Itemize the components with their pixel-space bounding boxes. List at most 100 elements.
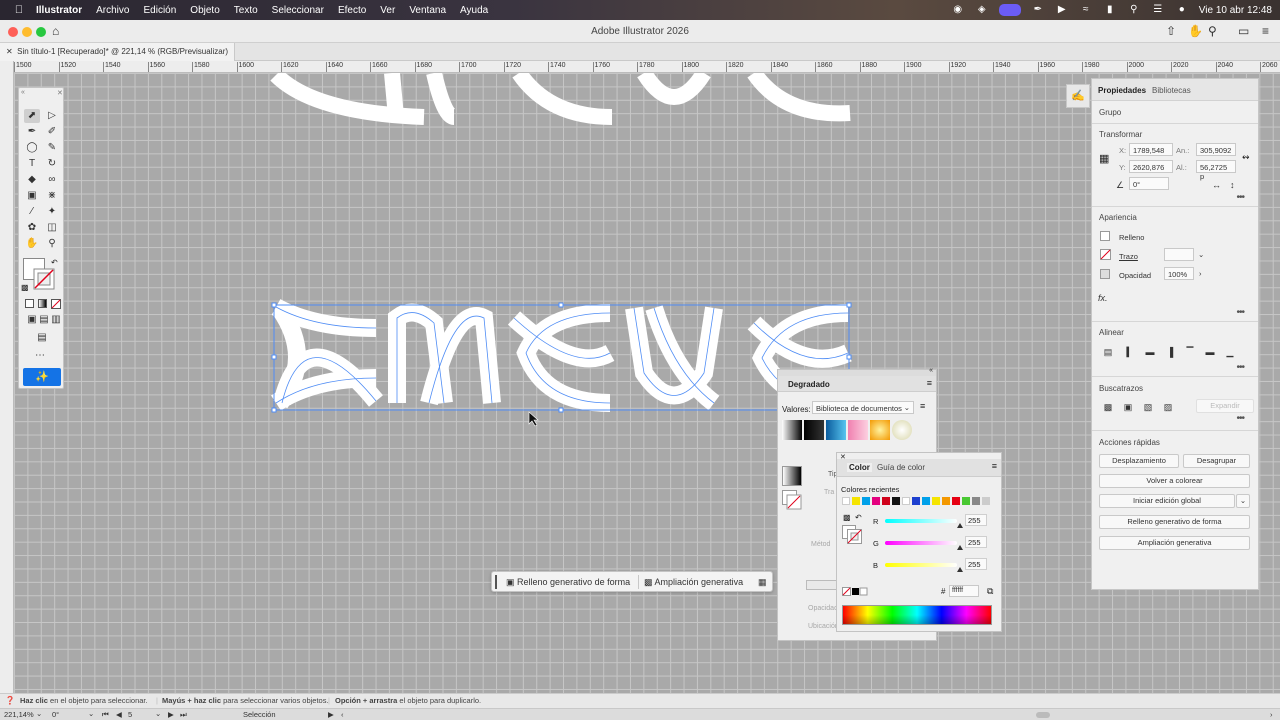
handle-middle-left[interactable]: [271, 354, 277, 360]
red-slider-thumb[interactable]: [957, 523, 963, 528]
close-tab-icon[interactable]: ✕: [6, 47, 13, 56]
symbol-tool-icon[interactable]: ✿: [24, 221, 40, 235]
web-safe-icon[interactable]: ⧉: [987, 586, 993, 597]
hex-field[interactable]: ffffff: [949, 585, 979, 597]
hand-icon[interactable]: ✋: [1188, 24, 1203, 38]
align-left-icon[interactable]: ▍: [1124, 347, 1136, 358]
last-artboard-icon[interactable]: ⏭: [180, 710, 187, 720]
width-field[interactable]: 305,9092: [1196, 143, 1236, 156]
search-help-icon[interactable]: ⚲: [1208, 24, 1217, 38]
fx-button[interactable]: fx.: [1098, 293, 1108, 303]
align-right-icon[interactable]: ▐: [1164, 347, 1176, 358]
workspace-icon[interactable]: ▭: [1238, 24, 1249, 38]
link-proportions-icon[interactable]: ↭: [1242, 152, 1250, 163]
menu-app[interactable]: Illustrator: [36, 5, 82, 16]
transform-more-icon[interactable]: •••: [1236, 192, 1244, 203]
swap-colors-icon[interactable]: ↶: [855, 513, 862, 522]
handle-top-left[interactable]: [271, 302, 277, 308]
stroke-weight-dropdown-icon[interactable]: ⌄: [1198, 250, 1204, 259]
rotation-field[interactable]: 0°: [52, 710, 59, 719]
green-slider[interactable]: [885, 541, 957, 545]
apple-icon[interactable]: : [10, 4, 28, 16]
comments-icon[interactable]: ✍: [1066, 84, 1090, 108]
gradient-mode-icon[interactable]: [38, 299, 47, 308]
taskbar-drag-handle[interactable]: [495, 575, 497, 589]
stroke-swatch[interactable]: [33, 268, 55, 290]
dropbox-icon[interactable]: ◈: [975, 4, 989, 16]
align-more-icon[interactable]: •••: [1236, 362, 1244, 373]
handle-bottom-center[interactable]: [558, 407, 564, 413]
stroke-label[interactable]: Trazo: [1119, 252, 1138, 261]
menu-ver[interactable]: Ver: [380, 5, 395, 16]
scroll-left-icon[interactable]: ‹: [341, 710, 344, 719]
direct-selection-tool-icon[interactable]: ▷: [44, 109, 60, 123]
collapse-toolbar-icon[interactable]: «: [21, 89, 25, 96]
reference-point-icon[interactable]: ▦: [1099, 152, 1109, 165]
mesh-tool-icon[interactable]: ⋇: [44, 189, 60, 203]
taskbar-generative-expand-button[interactable]: ▩ Ampliación generativa: [644, 575, 743, 589]
height-field[interactable]: 56,2725 p: [1196, 160, 1236, 181]
gradient-slider[interactable]: [806, 580, 838, 590]
menu-efecto[interactable]: Efecto: [338, 5, 366, 16]
align-to-icon[interactable]: ▤: [1102, 347, 1114, 358]
clock[interactable]: Vie 10 abr 12:48: [1199, 5, 1272, 16]
recent-color-swatch[interactable]: [872, 497, 880, 505]
gradient-list-view-icon[interactable]: ≡: [920, 401, 925, 411]
none-mode-icon[interactable]: [51, 299, 61, 309]
artboard-tool-icon[interactable]: ◫: [44, 221, 60, 235]
pathfinder-more-icon[interactable]: •••: [1236, 413, 1244, 424]
color-panel-menu-icon[interactable]: ≡: [992, 461, 997, 471]
opacity-field[interactable]: 100%: [1164, 267, 1194, 280]
menu-seleccionar[interactable]: Seleccionar: [272, 5, 324, 16]
siri-icon[interactable]: ●: [1175, 4, 1189, 16]
none-black-white-swatches[interactable]: [842, 587, 870, 597]
align-bottom-icon[interactable]: ▁: [1224, 347, 1236, 358]
zoom-field[interactable]: 221,14%: [4, 710, 34, 719]
battery-icon[interactable]: ▮: [1103, 4, 1117, 16]
pen-tool-icon[interactable]: ✒: [24, 125, 40, 139]
swap-fill-stroke-icon[interactable]: ↶: [51, 258, 58, 267]
opacity-chevron-icon[interactable]: ›: [1199, 269, 1202, 278]
pathfinder-unite-icon[interactable]: ▩: [1102, 402, 1114, 413]
red-slider[interactable]: [885, 519, 957, 523]
pathfinder-minus-front-icon[interactable]: ▣: [1122, 402, 1134, 413]
recent-color-swatch[interactable]: [942, 497, 950, 505]
gradient-swatch-black[interactable]: [804, 420, 824, 440]
recent-color-swatch[interactable]: [922, 497, 930, 505]
stroke-weight-field[interactable]: [1164, 248, 1194, 261]
recent-color-swatch[interactable]: [852, 497, 860, 505]
help-icon[interactable]: ❓: [5, 696, 15, 705]
document-tab[interactable]: ✕ Sin título-1 [Recuperado]* @ 221,14 % …: [0, 43, 236, 61]
pen-tool-status-icon[interactable]: ✒: [1031, 4, 1045, 16]
stroke-color-swatch[interactable]: [1100, 249, 1111, 260]
draw-inside-icon[interactable]: ▥: [48, 313, 64, 327]
fill-color-swatch[interactable]: [1100, 231, 1110, 241]
x-field[interactable]: 1789,548: [1129, 143, 1173, 156]
handle-bottom-left[interactable]: [271, 407, 277, 413]
start-global-edit-button[interactable]: Iniciar edición global: [1099, 494, 1235, 508]
scroll-right-icon[interactable]: ›: [1270, 710, 1273, 719]
global-edit-dropdown-icon[interactable]: ⌄: [1236, 494, 1250, 508]
menu-objeto[interactable]: Objeto: [190, 5, 219, 16]
recent-color-swatch[interactable]: [902, 497, 910, 505]
pathfinder-intersect-icon[interactable]: ▧: [1142, 402, 1154, 413]
zoom-dropdown-icon[interactable]: ⌄: [36, 709, 42, 718]
default-colors-icon[interactable]: ▩: [21, 283, 29, 292]
status-mode-arrow-icon[interactable]: ▶: [328, 710, 334, 719]
previous-artboard-icon[interactable]: ◀: [116, 710, 122, 719]
menu-edicion[interactable]: Edición: [143, 5, 176, 16]
recent-color-swatch[interactable]: [962, 497, 970, 505]
gradient-swatch-blue[interactable]: [826, 420, 846, 440]
taskbar-more-icon[interactable]: ▦: [758, 575, 767, 589]
recent-color-swatch[interactable]: [882, 497, 890, 505]
green-value[interactable]: 255: [965, 536, 987, 548]
gradient-stroke-preview[interactable]: [782, 490, 802, 510]
green-slider-thumb[interactable]: [957, 545, 963, 550]
gradient-swatch-radial[interactable]: [892, 420, 912, 440]
horizontal-ruler[interactable]: 1500 1520 1540 1560 1580 1600 1620 1640 1660 1680…: [14, 61, 1280, 73]
control-center-icon[interactable]: ☰: [1151, 4, 1165, 16]
appearance-more-icon[interactable]: •••: [1236, 307, 1244, 318]
rotation-dropdown-icon[interactable]: ⌄: [88, 709, 94, 718]
creative-cloud-icon[interactable]: ◉: [951, 4, 965, 16]
edit-toolbar-icon[interactable]: ⋯: [35, 350, 45, 361]
